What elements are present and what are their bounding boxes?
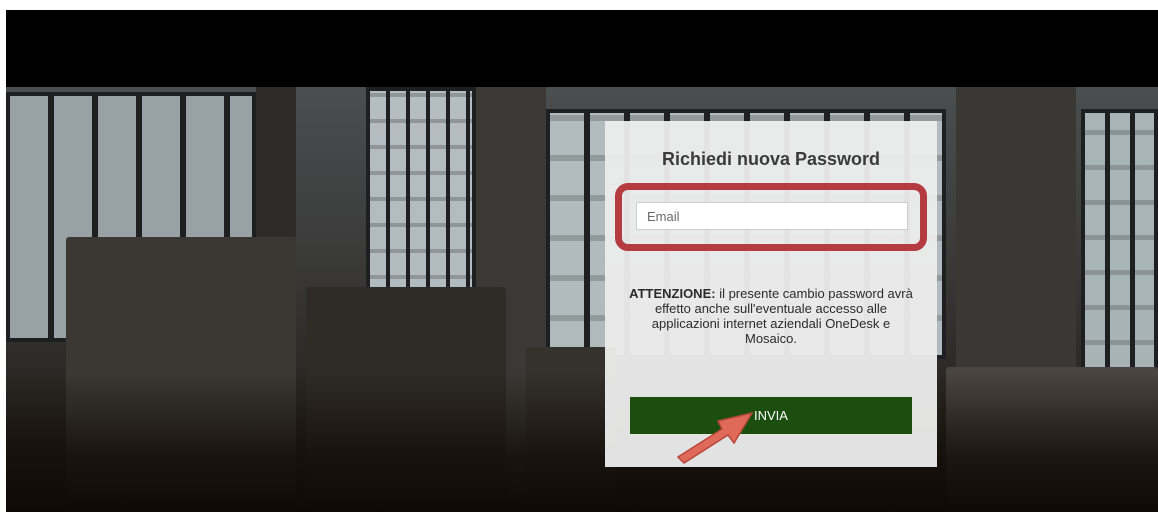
annotation-arrow-icon — [676, 411, 754, 464]
email-field[interactable] — [636, 202, 908, 230]
notice-text: ATTENZIONE: il presente cambio password … — [625, 286, 917, 346]
password-request-card: Richiedi nuova Password ATTENZIONE: il p… — [605, 121, 937, 467]
window-right — [1081, 109, 1158, 379]
factory-background-image — [6, 87, 1158, 512]
top-black-bar — [6, 10, 1158, 87]
notice-bold: ATTENZIONE: — [629, 286, 716, 301]
screen-frame — [6, 10, 1158, 512]
card-title: Richiedi nuova Password — [661, 149, 881, 169]
floor-shadow — [6, 372, 1158, 512]
email-highlight-box — [615, 183, 927, 251]
